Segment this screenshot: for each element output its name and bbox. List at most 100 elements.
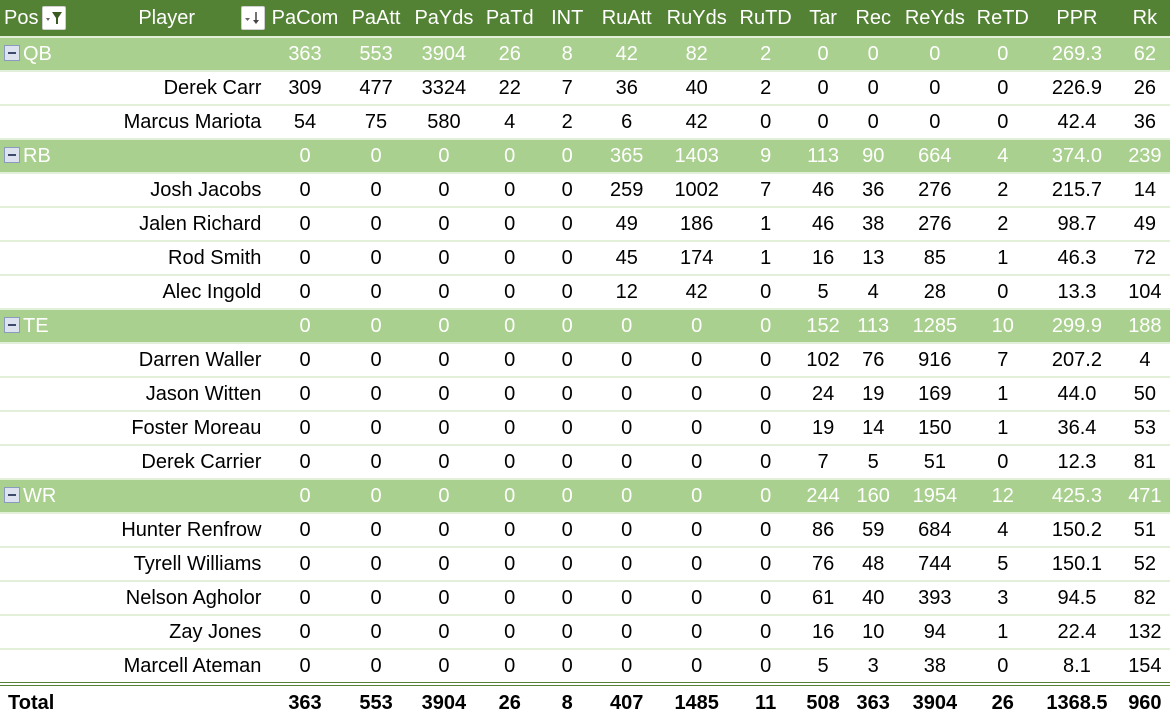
group-label: WR bbox=[0, 478, 268, 513]
collapse-minus-icon[interactable] bbox=[4, 486, 20, 503]
cell-ruyds: 0 bbox=[660, 546, 734, 581]
group-total-ruatt: 0 bbox=[593, 478, 661, 513]
grand-total-int: 8 bbox=[541, 682, 594, 720]
cell-patd: 22 bbox=[478, 70, 542, 105]
cell-rk: 82 bbox=[1119, 580, 1170, 615]
column-header-payds[interactable]: PaYds bbox=[409, 0, 478, 37]
group-total-tar: 113 bbox=[798, 138, 849, 173]
cell-rutd: 2 bbox=[733, 70, 799, 105]
cell-patd: 0 bbox=[478, 410, 542, 445]
collapse-minus-icon[interactable] bbox=[4, 44, 20, 61]
group-total-patd: 0 bbox=[478, 478, 542, 513]
cell-ppr: 207.2 bbox=[1034, 342, 1120, 377]
group-name: QB bbox=[23, 42, 52, 65]
column-header-ppr[interactable]: PPR bbox=[1034, 0, 1120, 37]
cell-rec: 14 bbox=[848, 410, 899, 445]
group-total-ruatt: 0 bbox=[593, 308, 661, 343]
cell-tar: 5 bbox=[798, 648, 849, 684]
cell-rutd: 1 bbox=[733, 206, 799, 241]
cell-rutd: 0 bbox=[733, 274, 799, 309]
pos-cell-empty bbox=[0, 580, 92, 615]
cell-payds: 0 bbox=[409, 614, 479, 649]
sort-descending-icon[interactable] bbox=[241, 6, 266, 30]
cell-paatt: 0 bbox=[342, 580, 410, 615]
group-total-rk: 188 bbox=[1119, 308, 1170, 343]
column-header-ruatt[interactable]: RuAtt bbox=[593, 0, 660, 37]
player-name: Jason Witten bbox=[91, 376, 268, 411]
table-row: Rod Smith 0 0 0 0 0 45 174 1 16 13 85 1 46.3 72 bbox=[0, 240, 1170, 275]
pos-cell-empty bbox=[0, 70, 92, 105]
cell-rk: 51 bbox=[1119, 512, 1170, 547]
table-row: Zay Jones 0 0 0 0 0 0 0 0 16 10 94 1 22.4 132 bbox=[0, 614, 1170, 649]
cell-reyds: 684 bbox=[898, 512, 972, 547]
cell-ppr: 226.9 bbox=[1034, 70, 1120, 105]
cell-pacom: 0 bbox=[267, 376, 343, 411]
group-total-paatt: 0 bbox=[342, 478, 410, 513]
cell-ruatt: 45 bbox=[593, 240, 661, 275]
cell-rec: 59 bbox=[848, 512, 899, 547]
column-header-ruyds[interactable]: RuYds bbox=[660, 0, 733, 37]
player-name: Marcell Ateman bbox=[91, 648, 268, 684]
player-name: Josh Jacobs bbox=[91, 172, 268, 207]
cell-rec: 3 bbox=[848, 648, 899, 684]
cell-pacom: 0 bbox=[267, 648, 343, 684]
group-row-wr: WR 0 0 0 0 0 0 0 0 244 160 1954 12 425.3 471 bbox=[0, 478, 1170, 513]
cell-rutd: 0 bbox=[733, 512, 799, 547]
cell-int: 0 bbox=[541, 206, 594, 241]
grand-total-rutd: 11 bbox=[733, 682, 799, 720]
group-total-rutd: 2 bbox=[733, 36, 799, 71]
cell-retd: 3 bbox=[971, 580, 1035, 615]
cell-pacom: 0 bbox=[267, 614, 343, 649]
collapse-minus-icon[interactable] bbox=[4, 146, 20, 163]
player-name: Derek Carrier bbox=[91, 444, 268, 479]
column-header-paatt[interactable]: PaAtt bbox=[343, 0, 410, 37]
cell-ruyds: 186 bbox=[660, 206, 734, 241]
cell-pacom: 0 bbox=[267, 546, 343, 581]
cell-ppr: 12.3 bbox=[1034, 444, 1120, 479]
cell-patd: 0 bbox=[478, 580, 542, 615]
cell-ruyds: 40 bbox=[660, 70, 734, 105]
column-header-pacom[interactable]: PaCom bbox=[267, 0, 342, 37]
grand-total-tar: 508 bbox=[798, 682, 849, 720]
table-row: Jalen Richard 0 0 0 0 0 49 186 1 46 38 276 2 98.7 49 bbox=[0, 206, 1170, 241]
group-total-pacom: 0 bbox=[267, 308, 343, 343]
group-total-rutd: 0 bbox=[733, 478, 799, 513]
cell-ruyds: 0 bbox=[660, 342, 734, 377]
player-name: Hunter Renfrow bbox=[91, 512, 268, 547]
cell-retd: 4 bbox=[971, 512, 1035, 547]
cell-int: 0 bbox=[541, 546, 594, 581]
column-header-rec[interactable]: Rec bbox=[848, 0, 898, 37]
collapse-minus-icon[interactable] bbox=[4, 316, 20, 333]
cell-tar: 46 bbox=[798, 206, 849, 241]
cell-payds: 0 bbox=[409, 546, 479, 581]
group-total-reyds: 1954 bbox=[898, 478, 972, 513]
group-total-retd: 4 bbox=[971, 138, 1035, 173]
column-header-reyds[interactable]: ReYds bbox=[898, 0, 971, 37]
cell-patd: 0 bbox=[478, 342, 542, 377]
column-header-patd[interactable]: PaTd bbox=[478, 0, 541, 37]
cell-tar: 86 bbox=[798, 512, 849, 547]
table-row: Darren Waller 0 0 0 0 0 0 0 0 102 76 916 7 207.2 4 bbox=[0, 342, 1170, 377]
column-header-rutd[interactable]: RuTD bbox=[733, 0, 798, 37]
cell-rec: 40 bbox=[848, 580, 899, 615]
cell-tar: 16 bbox=[798, 614, 849, 649]
group-total-retd: 10 bbox=[971, 308, 1035, 343]
cell-reyds: 393 bbox=[898, 580, 972, 615]
column-header-retd[interactable]: ReTD bbox=[971, 0, 1034, 37]
cell-retd: 1 bbox=[971, 410, 1035, 445]
column-header-rk[interactable]: Rk bbox=[1120, 0, 1170, 37]
cell-payds: 0 bbox=[409, 240, 479, 275]
group-label: RB bbox=[0, 138, 268, 173]
cell-payds: 0 bbox=[409, 410, 479, 445]
cell-tar: 102 bbox=[798, 342, 849, 377]
cell-int: 0 bbox=[541, 172, 594, 207]
column-header-int[interactable]: INT bbox=[541, 0, 593, 37]
cell-ruyds: 42 bbox=[660, 104, 734, 139]
group-total-int: 0 bbox=[541, 308, 594, 343]
column-header-tar[interactable]: Tar bbox=[798, 0, 848, 37]
filter-dropdown-icon[interactable] bbox=[42, 6, 67, 30]
pos-cell-empty bbox=[0, 648, 92, 684]
cell-ppr: 36.4 bbox=[1034, 410, 1120, 445]
group-name: WR bbox=[23, 484, 57, 507]
cell-rutd: 0 bbox=[733, 444, 799, 479]
